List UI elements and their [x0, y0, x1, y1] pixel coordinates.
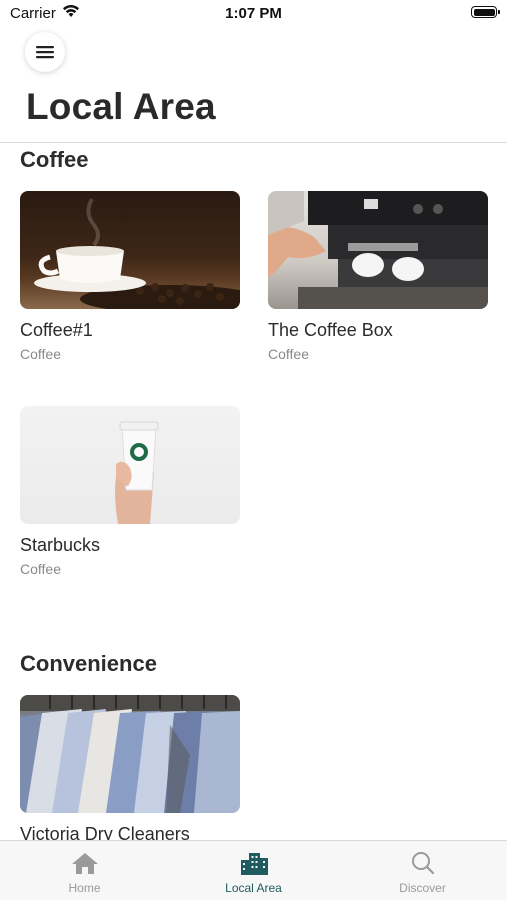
scroll-content[interactable]: Coffee Coffee#1 Coffee The Coffee Box Co… [0, 143, 507, 840]
tab-bar: Home Local Area Discover [0, 840, 507, 900]
place-image-espresso-machine [268, 191, 488, 309]
tab-local-area[interactable]: Local Area [169, 841, 338, 901]
menu-button[interactable] [25, 32, 65, 72]
page-title: Local Area [26, 86, 216, 127]
battery-icon [471, 6, 500, 18]
place-image-shirts-on-rack [20, 695, 240, 813]
place-name: Coffee#1 [20, 320, 93, 340]
section-title-coffee: Coffee [20, 147, 89, 172]
place-category: Coffee [20, 346, 61, 362]
place-name: Starbucks [20, 535, 101, 555]
status-bar: Carrier 1:07 PM [0, 0, 507, 28]
tab-home[interactable]: Home [0, 841, 169, 901]
place-category: Coffee [268, 346, 309, 362]
tab-discover[interactable]: Discover [338, 841, 507, 901]
place-image-starbucks-cup [20, 406, 240, 524]
search-icon [411, 852, 434, 875]
place-card-the-coffee-box[interactable]: The Coffee Box Coffee [268, 191, 488, 362]
place-card-starbucks[interactable]: Starbucks Coffee [20, 406, 240, 577]
place-card-victoria-dry-cleaners[interactable]: Victoria Dry Cleaners [20, 695, 240, 840]
tab-label: Home [68, 881, 101, 895]
hamburger-menu-icon [36, 46, 54, 59]
place-category: Coffee [20, 561, 61, 577]
place-name: Victoria Dry Cleaners [20, 824, 190, 840]
tab-label: Local Area [225, 881, 282, 895]
home-icon [71, 853, 98, 874]
place-image-coffee-cup [20, 191, 240, 309]
status-time: 1:07 PM [225, 5, 282, 22]
place-name: The Coffee Box [268, 320, 393, 340]
place-card-coffee1[interactable]: Coffee#1 Coffee [20, 191, 240, 362]
buildings-icon [240, 853, 268, 875]
section-title-convenience: Convenience [20, 651, 157, 676]
tab-label: Discover [399, 881, 446, 895]
